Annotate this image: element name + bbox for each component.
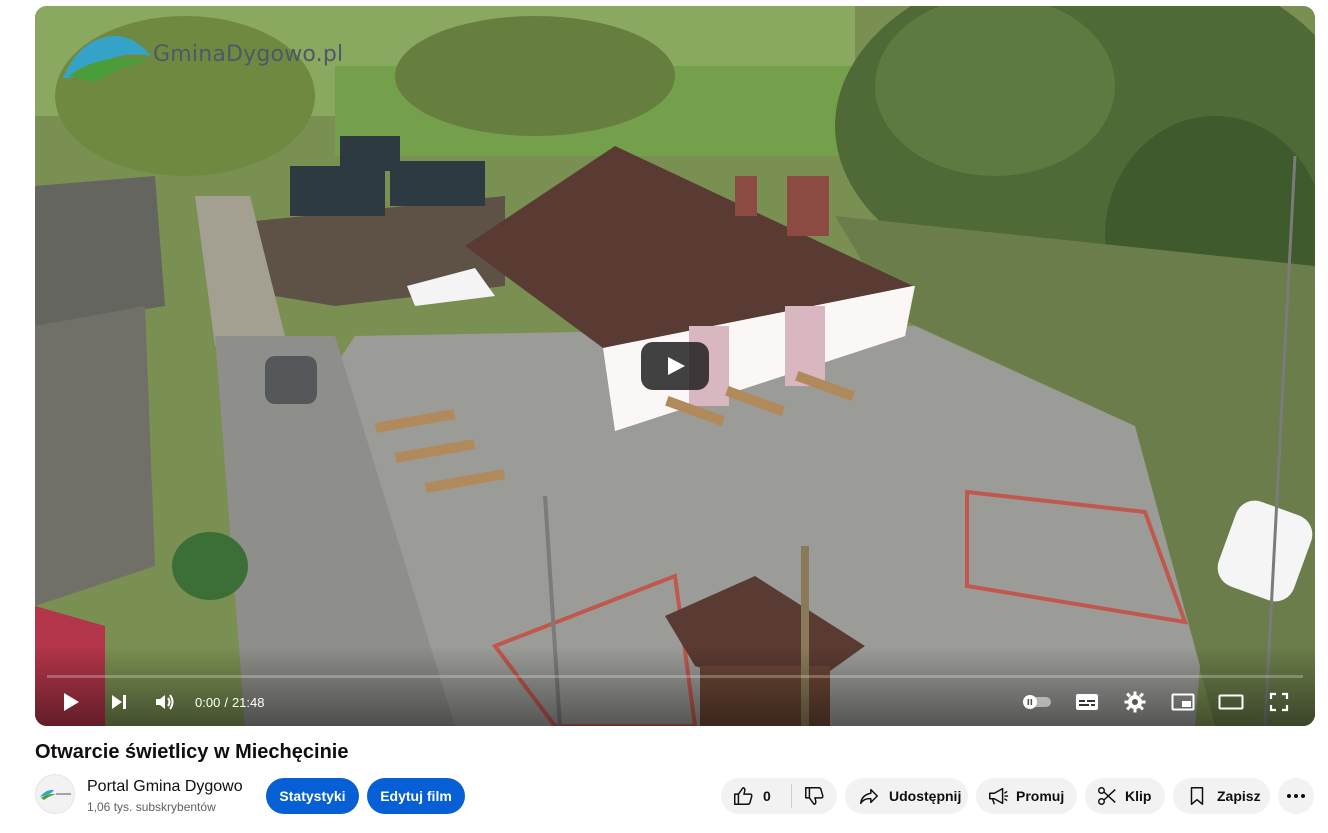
watermark-text: GminaDygowo.pl [153,42,344,67]
promote-label: Promuj [1016,788,1065,804]
share-label: Udostępnij [889,788,962,804]
subtitles-icon [1076,694,1098,710]
video-title: Otwarcie świetlicy w Miechęcinie [35,741,349,763]
time-separator: / [224,695,228,710]
thumbs-down-icon [805,787,824,805]
like-count: 0 [763,788,771,804]
more-actions-button[interactable] [1278,778,1314,814]
more-icon [1287,794,1305,798]
current-time: 0:00 [195,695,221,710]
controls-gradient [35,646,1315,726]
share-button[interactable]: Udostępnij [845,778,968,814]
theater-button[interactable] [1217,690,1245,714]
next-icon [112,695,126,709]
save-label: Zapisz [1217,788,1261,804]
fullscreen-button[interactable] [1265,690,1293,714]
channel-avatar[interactable] [35,774,75,814]
like-button[interactable] [731,784,755,808]
play-button[interactable] [57,690,85,714]
bookmark-icon [1185,784,1209,808]
channel-watermark [59,26,155,86]
promote-button[interactable]: Promuj [976,778,1077,814]
volume-icon [156,694,174,710]
like-dislike-group: 0 [721,778,837,814]
video-player[interactable]: GminaDygowo.pl 0:00/21:48 [35,6,1315,726]
save-button[interactable]: Zapisz [1173,778,1270,814]
megaphone-icon [986,784,1010,808]
fullscreen-icon [1269,692,1289,712]
like-divider [791,784,792,808]
autoplay-toggle[interactable] [1019,690,1055,714]
miniplayer-icon [1171,693,1195,711]
clip-label: Klip [1125,788,1152,804]
play-icon [64,693,79,711]
share-icon [857,784,881,808]
scissors-icon [1095,784,1119,808]
volume-button[interactable] [151,690,179,714]
large-play-button[interactable] [641,342,709,390]
dislike-button[interactable] [802,784,826,808]
settings-button[interactable] [1121,690,1149,714]
autoplay-toggle-icon [1023,695,1051,709]
gear-icon [1124,691,1146,713]
stats-button[interactable]: Statystyki [266,778,359,814]
next-button[interactable] [105,690,133,714]
clip-button[interactable]: Klip [1085,778,1165,814]
duration: 21:48 [231,695,265,710]
edit-video-button[interactable]: Edytuj film [367,778,465,814]
progress-bar[interactable] [47,675,1303,678]
watermark-logo-icon [63,35,151,82]
channel-name[interactable]: Portal Gmina Dygowo [87,778,243,796]
subscriber-count: 1,06 tys. subskrybentów [87,800,216,814]
theater-icon [1218,694,1244,710]
miniplayer-button[interactable] [1169,690,1197,714]
subtitles-button[interactable] [1073,690,1101,714]
time-display: 0:00/21:48 [193,695,266,710]
thumbs-up-icon [734,787,753,805]
channel-logo-icon [40,789,71,800]
